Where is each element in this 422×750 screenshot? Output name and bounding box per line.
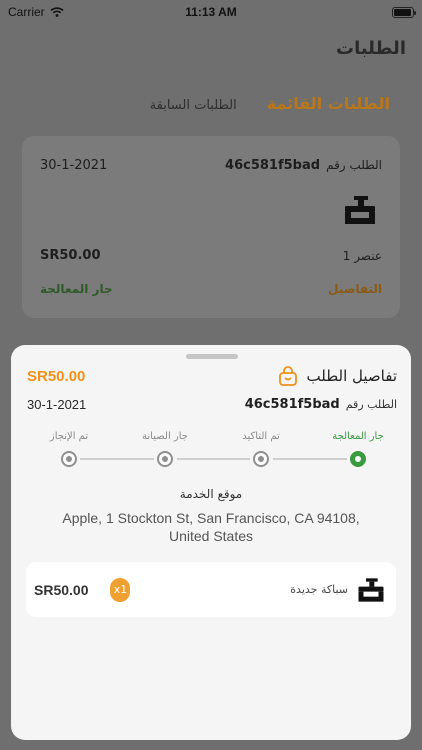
sheet-total-price: SR50.00 <box>27 367 86 385</box>
sheet-header: SR50.00 تفاصيل الطلب <box>27 363 397 389</box>
item-price: SR50.00 <box>34 581 89 598</box>
tab-current-orders[interactable]: الطلبات القائمة <box>267 94 390 113</box>
step-connector <box>177 458 250 460</box>
order-card[interactable]: 30-1-2021 46c581f5bad الطلب رقم SR50.00 … <box>22 136 400 318</box>
service-location-address: Apple, 1 Stockton St, San Francisco, CA … <box>62 510 360 544</box>
step-dot-confirmed <box>253 451 269 467</box>
pipe-faucet-icon <box>358 577 384 602</box>
item-name-group: سباكة جديدة <box>290 575 386 605</box>
sheet-order-meta: 30-1-2021 46c581f5bad الطلب رقم <box>27 397 397 412</box>
step-connector <box>273 458 347 460</box>
item-quantity-badge: x1 <box>110 577 131 602</box>
item-name: سباكة جديدة <box>290 583 348 596</box>
page-title: الطلبات <box>335 38 406 59</box>
step-label-processing: جار المعالجة <box>332 431 384 442</box>
order-item-count: 1 عنصر <box>342 248 382 263</box>
step-label-completed: تم الإنجاز <box>49 431 89 442</box>
carrier-info: Carrier <box>8 5 64 19</box>
sheet-order-date: 30-1-2021 <box>27 397 87 412</box>
carrier-label: Carrier <box>8 5 45 19</box>
order-status: جار المعالجة <box>40 282 113 296</box>
order-date: 30-1-2021 <box>40 158 108 173</box>
sheet-title-group: تفاصيل الطلب <box>277 365 397 387</box>
step-connector <box>80 458 154 460</box>
order-details-sheet: SR50.00 تفاصيل الطلب 30-1-2021 46c581f5b… <box>11 345 411 740</box>
wifi-icon <box>50 7 64 17</box>
step-dot-completed <box>61 451 77 467</box>
step-dot-processing <box>350 451 366 467</box>
order-price: SR50.00 <box>40 248 101 263</box>
sheet-order-id: 46c581f5bad <box>244 397 340 412</box>
status-bar: Carrier 11:13 AM <box>0 0 422 24</box>
sheet-order-number: 46c581f5bad الطلب رقم <box>245 397 397 412</box>
order-tabs: الطلبات القائمة الطلبات السابقة <box>150 94 390 113</box>
sheet-grabber[interactable] <box>186 354 238 359</box>
order-label: الطلب رقم <box>326 158 382 172</box>
order-progress-stepper: جار المعالجة تم التاكيد جار الصيانة تم ا… <box>31 431 393 471</box>
battery-level <box>394 8 412 16</box>
order-number: 46c581f5bad الطلب رقم <box>225 158 382 173</box>
step-dot-maintenance <box>157 451 173 467</box>
sheet-order-label: الطلب رقم <box>345 398 397 411</box>
shopping-bag-icon <box>278 366 297 386</box>
item-price-group: SR50.00 x1 <box>34 577 131 602</box>
service-location-title: موقع الخدمة <box>179 487 243 501</box>
order-item-row: SR50.00 x1 سباكة جديدة <box>26 562 396 617</box>
step-label-confirmed: تم التاكيد <box>242 431 280 442</box>
step-label-maintenance: جار الصيانة <box>142 431 188 442</box>
battery-icon <box>392 6 416 18</box>
pipe-faucet-icon <box>345 196 375 224</box>
sheet-title: تفاصيل الطلب <box>306 367 397 385</box>
tab-previous-orders[interactable]: الطلبات السابقة <box>150 98 237 113</box>
order-details-link[interactable]: التفاصيل <box>328 282 382 296</box>
order-id: 46c581f5bad <box>225 158 321 173</box>
